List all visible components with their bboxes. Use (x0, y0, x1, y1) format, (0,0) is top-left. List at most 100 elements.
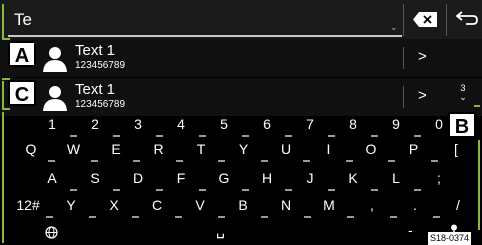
key-separator (174, 216, 182, 218)
key-separator (175, 160, 183, 162)
key-separator (345, 160, 353, 162)
key-t[interactable]: T (183, 141, 219, 157)
key-y[interactable]: Y (226, 141, 262, 157)
key-k[interactable]: K (335, 170, 371, 186)
key-h[interactable]: H (249, 170, 285, 186)
key-d[interactable]: D (120, 170, 156, 186)
suggestion-item[interactable]: Text 1 123456789 > (0, 78, 482, 116)
search-bar: Te ⌄ (0, 0, 482, 40)
key-r[interactable]: R (141, 141, 177, 157)
suggestion-number: 123456789 (75, 99, 126, 110)
back-arrow-icon[interactable] (456, 10, 478, 28)
key-separator (217, 216, 225, 218)
key-sym[interactable]: [ (438, 141, 474, 157)
key-e[interactable]: E (98, 141, 134, 157)
key-sym[interactable]: , (354, 197, 390, 213)
key-1[interactable]: 1 (34, 116, 70, 132)
key-5[interactable]: 5 (206, 116, 242, 132)
key-a[interactable]: A (34, 170, 70, 186)
frame-line (2, 112, 4, 243)
key-b[interactable]: B (225, 197, 261, 213)
key-separator (131, 216, 139, 218)
key-separator (155, 189, 163, 191)
scroll-indicator[interactable]: 3 ⌄ (456, 84, 470, 102)
key-separator (389, 216, 397, 218)
search-input[interactable]: Te (14, 10, 32, 30)
key-separator (155, 135, 163, 137)
key-sym[interactable]: / (440, 197, 476, 213)
key-3[interactable]: 3 (120, 116, 156, 132)
callout-c: C (8, 80, 36, 106)
divider (403, 86, 404, 108)
key-o[interactable]: O (353, 141, 389, 157)
chevron-down-icon: ⌄ (459, 92, 467, 102)
contact-icon (43, 47, 67, 72)
globe-icon[interactable] (45, 226, 58, 239)
suggestion-item[interactable]: Text 1 123456789 > (0, 39, 482, 77)
key-separator (260, 216, 268, 218)
key-separator (198, 189, 206, 191)
key-separator (284, 135, 292, 137)
key-7[interactable]: 7 (292, 116, 328, 132)
key-separator (327, 135, 335, 137)
key-i[interactable]: I (311, 141, 347, 157)
key-separator (432, 216, 440, 218)
key-9[interactable]: 9 (378, 116, 414, 132)
key-separator (303, 216, 311, 218)
key-separator (346, 216, 354, 218)
key-6[interactable]: 6 (249, 116, 285, 132)
key-separator (218, 160, 226, 162)
key-n[interactable]: N (268, 197, 304, 213)
frame-line (2, 4, 4, 40)
key-g[interactable]: G (206, 170, 242, 186)
key-p[interactable]: P (396, 141, 432, 157)
key-f[interactable]: F (163, 170, 199, 186)
key-separator (241, 135, 249, 137)
backspace-icon[interactable] (413, 12, 437, 27)
key-separator (413, 135, 421, 137)
key-v[interactable]: V (182, 197, 218, 213)
key-separator (260, 160, 268, 162)
chevron-right-icon[interactable]: > (418, 87, 427, 104)
frame-line (478, 140, 480, 230)
key-s[interactable]: S (77, 170, 113, 186)
key-l[interactable]: L (378, 170, 414, 186)
key-separator (370, 189, 378, 191)
suggestion-name: Text 1 (75, 42, 116, 59)
key-8[interactable]: 8 (335, 116, 371, 132)
suggestion-number: 123456789 (75, 60, 126, 71)
key-x[interactable]: X (96, 197, 132, 213)
chevron-right-icon[interactable]: > (418, 48, 427, 65)
key-separator (198, 135, 206, 137)
frame-line (2, 108, 10, 110)
key-separator (69, 135, 77, 137)
key-c[interactable]: C (139, 197, 175, 213)
figure-id: S18-0374 (428, 232, 472, 245)
key-separator (303, 160, 311, 162)
key-m[interactable]: M (311, 197, 347, 213)
key-q[interactable]: Q (13, 141, 49, 157)
divider (403, 4, 404, 36)
key-separator (284, 189, 292, 191)
key-12[interactable]: 12# (10, 197, 46, 213)
dash-key[interactable]: - (408, 222, 413, 238)
divider (446, 4, 447, 36)
key-2[interactable]: 2 (77, 116, 113, 132)
chevron-down-icon: ⌄ (390, 22, 398, 32)
divider (403, 47, 404, 69)
space-key[interactable]: ␣ (216, 222, 225, 239)
key-w[interactable]: W (56, 141, 92, 157)
key-y[interactable]: Y (53, 197, 89, 213)
key-separator (88, 216, 96, 218)
key-separator (413, 189, 421, 191)
key-j[interactable]: J (292, 170, 328, 186)
frame-line (2, 78, 10, 80)
key-u[interactable]: U (268, 141, 304, 157)
callout-a: A (8, 41, 36, 67)
key-separator (112, 189, 120, 191)
key-sym[interactable]: . (397, 197, 433, 213)
key-sym[interactable]: ; (421, 170, 457, 186)
key-4[interactable]: 4 (163, 116, 199, 132)
key-separator (370, 135, 378, 137)
key-separator (133, 160, 141, 162)
